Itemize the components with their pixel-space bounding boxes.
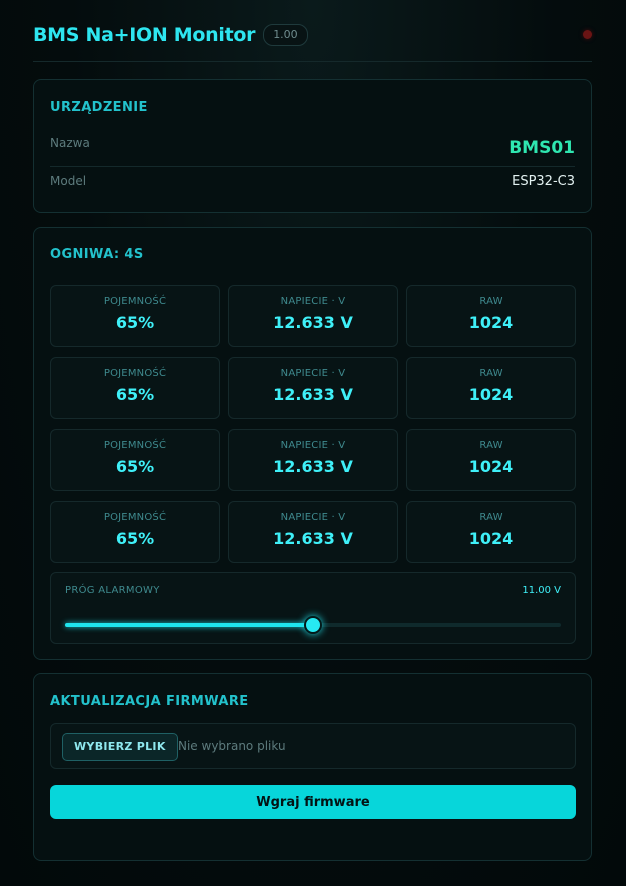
connection-status-indicator <box>583 30 592 39</box>
cell-voltage-box: NAPIECIE · V 12.633 V <box>228 429 398 491</box>
cell-row-1: POJEMNOŚĆ 65% NAPIECIE · V 12.633 V RAW … <box>50 285 576 347</box>
cell-raw-box: RAW 1024 <box>406 501 576 563</box>
cell-capacity-value: 65% <box>115 529 155 548</box>
slider-thumb[interactable] <box>304 616 322 634</box>
device-name-value: BMS01 <box>509 138 575 158</box>
cell-capacity-box: POJEMNOŚĆ 65% <box>50 429 220 491</box>
cell-raw-label: RAW <box>479 368 503 379</box>
cell-capacity-value: 65% <box>115 457 155 476</box>
cells-section-title: OGNIWA: 4S <box>50 247 144 262</box>
device-model-label: Model <box>50 174 87 188</box>
upload-firmware-button[interactable]: Wgraj firmware <box>50 785 576 819</box>
cell-capacity-box: POJEMNOŚĆ 65% <box>50 501 220 563</box>
firmware-section-title: AKTUALIZACJA FIRMWARE <box>50 694 249 709</box>
file-status-text: Nie wybrano pliku <box>178 739 286 753</box>
app-title: BMS Na+ION Monitor <box>33 24 256 46</box>
slider-fill <box>65 623 313 627</box>
cell-voltage-value: 12.633 V <box>273 529 353 548</box>
header: BMS Na+ION Monitor 1.00 <box>33 20 592 50</box>
cell-raw-value: 1024 <box>468 457 514 476</box>
cell-voltage-label: NAPIECIE · V <box>280 368 346 379</box>
bms-monitor-page: BMS Na+ION Monitor 1.00 URZĄDZENIE Nazwa… <box>0 0 626 886</box>
cell-capacity-label: POJEMNOŚĆ <box>103 512 167 523</box>
alarm-threshold-label: PRÓG ALARMOWY <box>65 585 160 596</box>
cell-voltage-label: NAPIECIE · V <box>280 512 346 523</box>
cell-voltage-value: 12.633 V <box>273 313 353 332</box>
cell-voltage-box: NAPIECIE · V 12.633 V <box>228 285 398 347</box>
cell-capacity-box: POJEMNOŚĆ 65% <box>50 357 220 419</box>
device-name-row: Nazwa BMS01 <box>50 134 575 167</box>
cell-row-2: POJEMNOŚĆ 65% NAPIECIE · V 12.633 V RAW … <box>50 357 576 419</box>
cell-capacity-label: POJEMNOŚĆ <box>103 440 167 451</box>
cell-row-4: POJEMNOŚĆ 65% NAPIECIE · V 12.633 V RAW … <box>50 501 576 563</box>
device-card: URZĄDZENIE Nazwa BMS01 Model ESP32-C3 <box>33 79 592 213</box>
cell-raw-box: RAW 1024 <box>406 285 576 347</box>
cell-raw-value: 1024 <box>468 385 514 404</box>
cell-capacity-value: 65% <box>115 313 155 332</box>
alarm-threshold-slider[interactable] <box>65 616 561 634</box>
device-name-label: Nazwa <box>50 136 90 150</box>
cells-card: OGNIWA: 4S POJEMNOŚĆ 65% NAPIECIE · V 12… <box>33 227 592 660</box>
cell-voltage-box: NAPIECIE · V 12.633 V <box>228 501 398 563</box>
cell-voltage-box: NAPIECIE · V 12.633 V <box>228 357 398 419</box>
device-section-title: URZĄDZENIE <box>50 100 148 115</box>
cell-capacity-label: POJEMNOŚĆ <box>103 296 167 307</box>
cell-raw-box: RAW 1024 <box>406 357 576 419</box>
firmware-file-input[interactable]: WYBIERZ PLIK Nie wybrano pliku <box>50 723 576 769</box>
cell-capacity-value: 65% <box>115 385 155 404</box>
cell-raw-label: RAW <box>479 440 503 451</box>
cell-voltage-value: 12.633 V <box>273 457 353 476</box>
version-badge: 1.00 <box>263 24 308 46</box>
cell-voltage-value: 12.633 V <box>273 385 353 404</box>
cell-raw-label: RAW <box>479 512 503 523</box>
device-model-value: ESP32-C3 <box>512 174 575 189</box>
cell-raw-box: RAW 1024 <box>406 429 576 491</box>
cell-capacity-label: POJEMNOŚĆ <box>103 368 167 379</box>
cell-grid: POJEMNOŚĆ 65% NAPIECIE · V 12.633 V RAW … <box>50 285 576 573</box>
cell-row-3: POJEMNOŚĆ 65% NAPIECIE · V 12.633 V RAW … <box>50 429 576 491</box>
cell-raw-value: 1024 <box>468 529 514 548</box>
cell-raw-label: RAW <box>479 296 503 307</box>
firmware-card: AKTUALIZACJA FIRMWARE WYBIERZ PLIK Nie w… <box>33 673 592 861</box>
cell-voltage-label: NAPIECIE · V <box>280 440 346 451</box>
header-divider <box>33 61 592 62</box>
cell-voltage-label: NAPIECIE · V <box>280 296 346 307</box>
choose-file-button[interactable]: WYBIERZ PLIK <box>62 733 178 761</box>
cell-raw-value: 1024 <box>468 313 514 332</box>
cell-capacity-box: POJEMNOŚĆ 65% <box>50 285 220 347</box>
alarm-threshold-value: 11.00 V <box>522 585 561 596</box>
alarm-threshold-panel: PRÓG ALARMOWY 11.00 V <box>50 572 576 644</box>
device-model-row: Model ESP32-C3 <box>50 174 575 198</box>
